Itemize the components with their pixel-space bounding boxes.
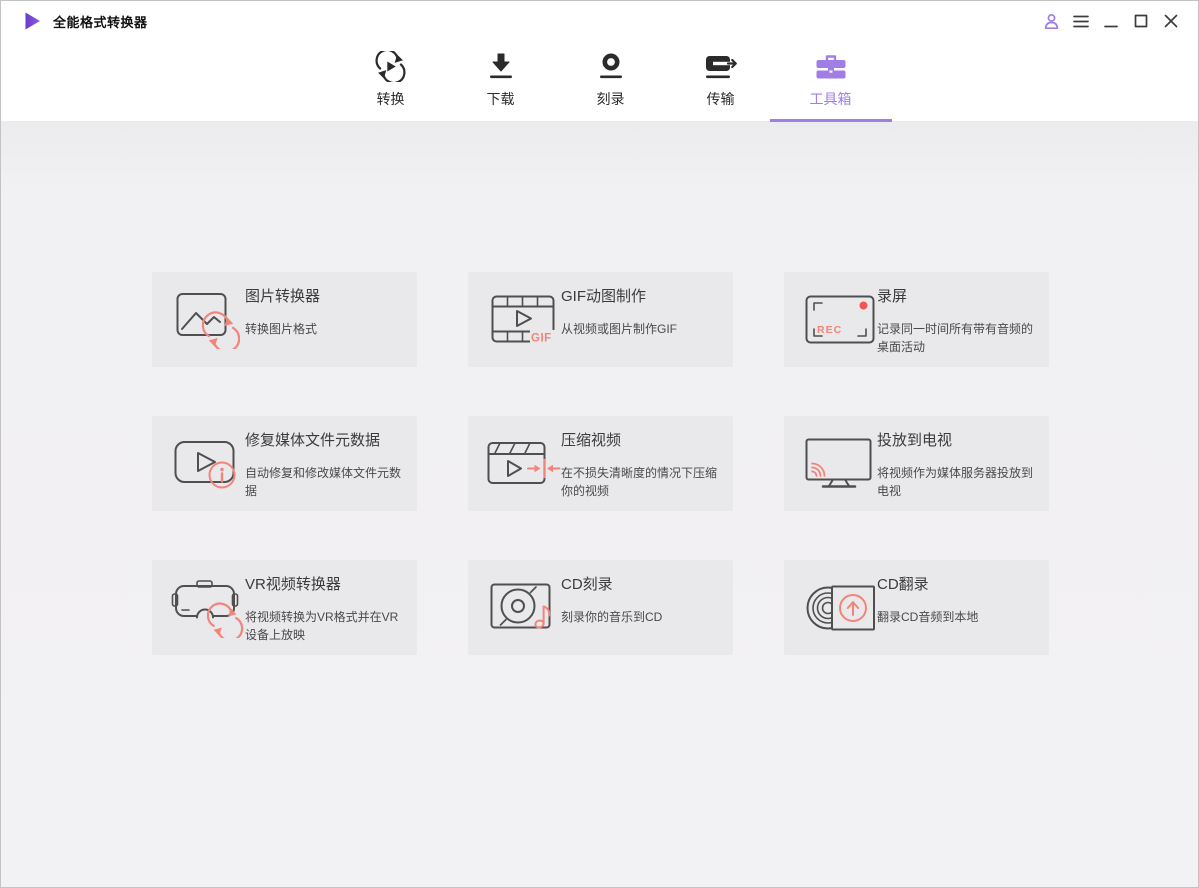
card-cast-to-tv[interactable]: 投放到电视 将视频作为媒体服务器投放到电视 (784, 416, 1049, 511)
gif-icon-label: GIF (531, 332, 552, 344)
tab-convert[interactable]: 转换 (349, 41, 433, 121)
main-content: 图片转换器 转换图片格式 GIF GIF动图制作 从视频或图片制作GIF REC… (1, 122, 1198, 887)
tab-download[interactable]: 下载 (459, 41, 543, 121)
cd-burn-icon (484, 560, 564, 655)
toolbox-icon (814, 50, 848, 82)
tab-label: 刻录 (596, 91, 625, 107)
cd-rip-icon (800, 560, 880, 655)
card-title: 录屏 (877, 288, 908, 305)
card-title: 图片转换器 (245, 288, 321, 305)
card-subtitle: 将视频转换为VR格式并在VR设备上放映 (245, 610, 399, 642)
card-vr-converter[interactable]: VR视频转换器 将视频转换为VR格式并在VR设备上放映 (152, 560, 417, 655)
title-bar: 全能格式转换器 (1, 1, 1198, 41)
window-controls (1036, 7, 1186, 35)
card-title: 修复媒体文件元数据 (245, 432, 381, 449)
tab-label: 传输 (706, 91, 735, 107)
tab-transfer[interactable]: 传输 (679, 41, 763, 121)
screen-record-icon: REC (800, 272, 880, 367)
tab-burn[interactable]: 刻录 (569, 41, 653, 121)
cast-to-tv-icon (800, 416, 880, 511)
card-subtitle: 在不损失清晰度的情况下压缩你的视频 (561, 466, 718, 498)
tab-label: 下载 (486, 91, 515, 107)
card-subtitle: 记录同一时间所有带有音频的桌面活动 (877, 322, 1034, 354)
vr-converter-icon (168, 560, 248, 655)
menu-icon[interactable] (1066, 7, 1096, 35)
card-fix-metadata[interactable]: 修复媒体文件元数据 自动修复和修改媒体文件元数据 (152, 416, 417, 511)
compress-video-icon (484, 416, 564, 511)
card-subtitle: 转换图片格式 (245, 322, 318, 336)
convert-icon (375, 50, 406, 82)
card-subtitle: 从视频或图片制作GIF (561, 322, 677, 336)
card-screen-record[interactable]: REC 录屏 记录同一时间所有带有音频的桌面活动 (784, 272, 1049, 367)
tab-toolbox[interactable]: 工具箱 (769, 41, 892, 122)
maximize-button[interactable] (1126, 7, 1156, 35)
card-title: 投放到电视 (877, 432, 953, 449)
fix-metadata-icon (168, 416, 248, 511)
card-title: CD刻录 (561, 576, 613, 593)
download-icon (486, 50, 516, 82)
card-cd-rip[interactable]: CD翻录 翻录CD音频到本地 (784, 560, 1049, 655)
tab-label: 工具箱 (809, 91, 852, 107)
image-converter-icon (168, 272, 248, 367)
card-title: GIF动图制作 (561, 288, 646, 305)
card-title: CD翻录 (877, 576, 929, 593)
app-window: 全能格式转换器 转换 下载 刻录 传输 工具箱 图片转换器 转换图片格式 GIF… (0, 0, 1199, 888)
minimize-button[interactable] (1096, 7, 1126, 35)
close-button[interactable] (1156, 7, 1186, 35)
tab-label: 转换 (376, 91, 405, 107)
card-subtitle: 自动修复和修改媒体文件元数据 (245, 466, 402, 498)
main-nav: 转换 下载 刻录 传输 工具箱 (1, 41, 1198, 122)
account-icon[interactable] (1036, 7, 1066, 35)
gif-maker-icon: GIF (484, 272, 564, 367)
card-cd-burn[interactable]: CD刻录 刻录你的音乐到CD (468, 560, 733, 655)
card-subtitle: 翻录CD音频到本地 (877, 610, 979, 624)
rec-icon-label: REC (817, 324, 842, 336)
app-logo-icon (25, 12, 40, 30)
card-title: VR视频转换器 (245, 576, 341, 593)
card-subtitle: 将视频作为媒体服务器投放到电视 (877, 466, 1034, 498)
transfer-icon (704, 50, 738, 82)
burn-disc-icon (596, 50, 626, 82)
card-title: 压缩视频 (561, 432, 622, 449)
card-gif-maker[interactable]: GIF GIF动图制作 从视频或图片制作GIF (468, 272, 733, 367)
app-title: 全能格式转换器 (53, 14, 148, 30)
card-compress-video[interactable]: 压缩视频 在不损失清晰度的情况下压缩你的视频 (468, 416, 733, 511)
card-subtitle: 刻录你的音乐到CD (561, 610, 663, 624)
card-image-converter[interactable]: 图片转换器 转换图片格式 (152, 272, 417, 367)
toolbox-grid: 图片转换器 转换图片格式 GIF GIF动图制作 从视频或图片制作GIF REC… (152, 272, 1049, 655)
